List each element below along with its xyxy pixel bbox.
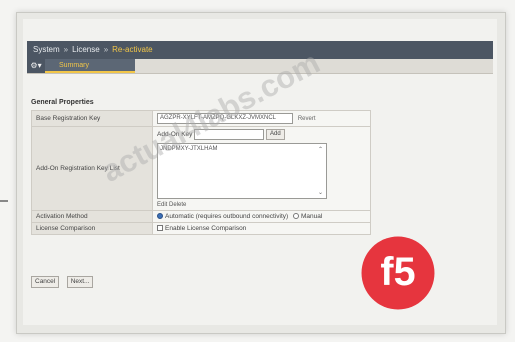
- edit-button[interactable]: Edit: [157, 202, 167, 208]
- photo-edge-mark: [0, 200, 8, 202]
- license-comparison-option-label: Enable License Comparison: [165, 225, 247, 232]
- activation-manual-label: Manual: [301, 213, 323, 220]
- addon-key-listbox[interactable]: JNDPMXY-JTXLHAM ⌃ ⌄: [157, 143, 327, 199]
- photo-background: System» License» Re-activate ⚙▾ Summary Ge…: [0, 0, 515, 342]
- breadcrumb: System» License» Re-activate: [27, 41, 493, 59]
- activation-automatic-label: Automatic (requires outbound connectivit…: [165, 213, 289, 220]
- f5-logo-icon: f5: [361, 236, 435, 310]
- gear-icon[interactable]: ⚙▾: [27, 59, 45, 73]
- license-comparison-checkbox[interactable]: [157, 225, 163, 232]
- table-row: Activation Method Automatic (requires ou…: [31, 210, 371, 223]
- add-button[interactable]: Add: [266, 129, 285, 140]
- table-row: License Comparison Enable License Compar…: [31, 222, 371, 235]
- activation-manual-radio[interactable]: [293, 213, 300, 220]
- section-title: General Properties: [31, 99, 94, 106]
- addon-key-input[interactable]: [194, 129, 265, 140]
- addon-key-label: Add-On Key: [157, 131, 193, 139]
- form-actions: Cancel Next...: [31, 273, 96, 291]
- breadcrumb-license[interactable]: License: [72, 45, 100, 54]
- addon-list-actions: Edit Delete: [157, 202, 366, 208]
- base-key-cell: AGZPR-XYLFT-AMZPQ-GLKXZ-JVMXNCL Revert: [152, 110, 371, 127]
- cancel-button[interactable]: Cancel: [31, 275, 60, 288]
- license-comparison-cell: Enable License Comparison: [152, 222, 371, 235]
- list-item[interactable]: JNDPMXY-JTXLHAM: [160, 146, 324, 152]
- breadcrumb-separator: »: [63, 45, 69, 54]
- tab-summary[interactable]: Summary: [45, 59, 135, 73]
- breadcrumb-reactivate: Re-activate: [112, 45, 153, 54]
- breadcrumb-system[interactable]: System: [33, 45, 60, 54]
- activation-automatic-radio[interactable]: [157, 213, 163, 220]
- revert-link[interactable]: Revert: [298, 116, 316, 122]
- activation-method-label: Activation Method: [31, 210, 153, 223]
- base-key-label: Base Registration Key: [31, 110, 153, 127]
- activation-cell: Automatic (requires outbound connectivit…: [152, 210, 371, 223]
- table-row: Base Registration Key AGZPR-XYLFT-AMZPQ-…: [31, 110, 371, 127]
- f5-logo-text: f5: [380, 250, 415, 294]
- tab-strip: ⚙▾ Summary: [27, 59, 493, 74]
- license-comparison-label: License Comparison: [31, 222, 153, 235]
- delete-button[interactable]: Delete: [169, 202, 186, 208]
- addon-list-label: Add-On Registration Key List: [31, 126, 153, 211]
- addon-cell: Add-On Key Add JNDPMXY-JTXLHAM ⌃ ⌄ Edit …: [152, 126, 371, 211]
- breadcrumb-separator: »: [103, 45, 109, 54]
- general-properties-table: Base Registration Key AGZPR-XYLFT-AMZPQ-…: [31, 110, 371, 235]
- scroll-up-icon[interactable]: ⌃: [318, 146, 323, 153]
- scroll-down-icon[interactable]: ⌄: [318, 189, 323, 196]
- base-key-input[interactable]: AGZPR-XYLFT-AMZPQ-GLKXZ-JVMXNCL: [157, 113, 293, 124]
- next-button[interactable]: Next...: [66, 275, 94, 288]
- table-row: Add-On Registration Key List Add-On Key …: [31, 126, 371, 211]
